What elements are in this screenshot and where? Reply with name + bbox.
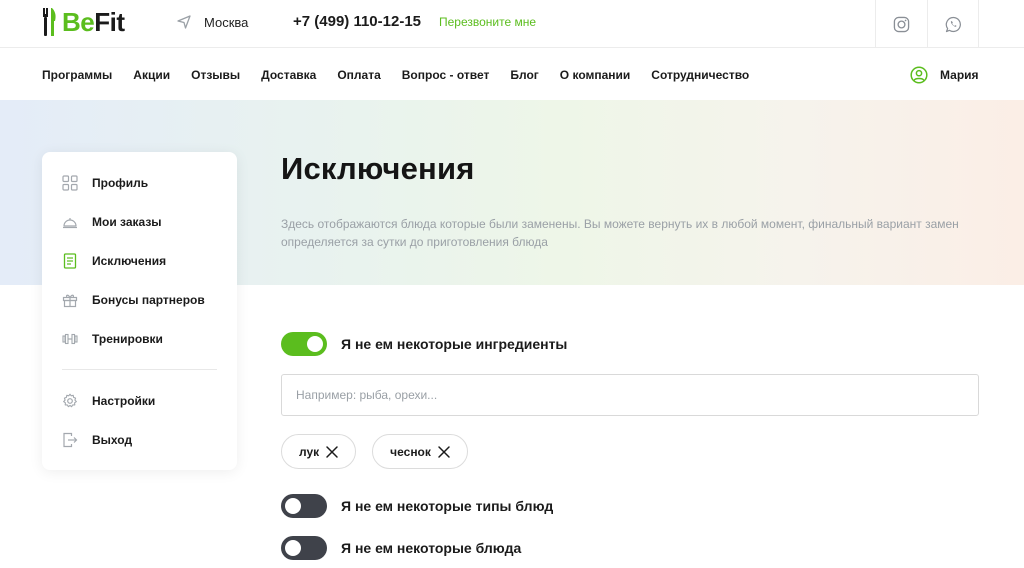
main-nav: Программы Акции Отзывы Доставка Оплата В… — [0, 48, 1024, 100]
logo[interactable]: BeFit — [42, 6, 125, 38]
sidebar-item-label: Мои заказы — [92, 215, 162, 229]
nav-links: Программы Акции Отзывы Доставка Оплата В… — [42, 68, 770, 82]
dumbbell-icon — [62, 333, 78, 345]
toggle-row-dishes: Я не ем некоторые блюда — [281, 536, 521, 560]
ingredient-chip: чеснок — [372, 434, 468, 469]
account-sidebar: Профиль Мои заказы Исключения Бонусы пар… — [42, 152, 237, 470]
sidebar-item-logout[interactable]: Выход — [62, 430, 132, 450]
toggle-knob — [307, 336, 323, 352]
toggle-knob — [285, 498, 301, 514]
user-name: Мария — [940, 68, 979, 82]
sidebar-item-label: Выход — [92, 433, 133, 447]
nav-item-delivery[interactable]: Доставка — [261, 68, 316, 82]
sidebar-item-label: Тренировки — [92, 332, 163, 346]
grid-icon — [62, 175, 78, 191]
sidebar-item-label: Настройки — [92, 394, 156, 408]
nav-item-faq[interactable]: Вопрос - ответ — [402, 68, 490, 82]
checklist-icon — [63, 253, 77, 269]
sidebar-divider — [62, 369, 217, 370]
close-icon[interactable] — [437, 445, 451, 459]
nav-item-payment[interactable]: Оплата — [337, 68, 380, 82]
gear-icon — [63, 393, 77, 408]
fork-knife-logo-icon — [43, 8, 56, 36]
ingredient-chip: лук — [281, 434, 357, 469]
dish-icon — [63, 218, 77, 229]
nav-item-blog[interactable]: Блог — [510, 68, 538, 82]
sidebar-item-settings[interactable]: Настройки — [62, 391, 155, 411]
sidebar-item-exclusions[interactable]: Исключения — [62, 251, 166, 271]
user-menu[interactable]: Мария — [910, 66, 979, 84]
toggle-row-ingredients: Я не ем некоторые ингредиенты — [281, 332, 567, 356]
toggle-label: Я не ем некоторые блюда — [341, 540, 522, 556]
excluded-ingredient-chips: лук чеснок — [281, 434, 468, 469]
gift-icon — [62, 294, 78, 308]
page-description: Здесь отображаются блюда которые были за… — [281, 217, 959, 249]
sidebar-item-partner-bonuses[interactable]: Бонусы партнеров — [62, 290, 205, 310]
location-arrow-icon — [177, 15, 191, 29]
sidebar-item-label: Бонусы партнеров — [92, 293, 205, 307]
nav-item-partnership[interactable]: Сотрудничество — [651, 68, 749, 82]
chip-label: чеснок — [390, 444, 431, 459]
dishes-toggle[interactable] — [281, 536, 327, 560]
sidebar-item-label: Профиль — [92, 176, 149, 190]
nav-item-promotions[interactable]: Акции — [133, 68, 170, 82]
logo-text-be: Be — [62, 6, 95, 37]
user-avatar-icon — [910, 66, 928, 84]
phone-number[interactable]: +7 (499) 110-12-15 — [293, 13, 421, 30]
city-selector[interactable]: Москва — [176, 14, 248, 30]
sidebar-item-orders[interactable]: Мои заказы — [62, 212, 162, 232]
toggle-label: Я не ем некоторые ингредиенты — [341, 336, 568, 352]
nav-item-reviews[interactable]: Отзывы — [191, 68, 240, 82]
instagram-button[interactable] — [875, 0, 927, 48]
toggle-label: Я не ем некоторые типы блюд — [341, 498, 554, 514]
nav-item-programs[interactable]: Программы — [42, 68, 112, 82]
sidebar-item-profile[interactable]: Профиль — [62, 173, 148, 193]
logo-text-fit: Fit — [94, 6, 125, 37]
whatsapp-icon — [945, 16, 961, 32]
chip-label: лук — [299, 444, 320, 459]
page-title: Исключения — [281, 151, 475, 186]
close-icon[interactable] — [325, 445, 339, 459]
nav-item-about[interactable]: О компании — [560, 68, 631, 82]
sidebar-item-workouts[interactable]: Тренировки — [62, 329, 163, 349]
callback-link[interactable]: Перезвоните мне — [439, 15, 536, 29]
ingredient-search-input[interactable] — [281, 374, 979, 416]
sidebar-item-label: Исключения — [92, 254, 167, 268]
instagram-icon — [893, 16, 910, 32]
toggle-knob — [285, 540, 301, 556]
ingredients-toggle[interactable] — [281, 332, 327, 356]
dish-types-toggle[interactable] — [281, 494, 327, 518]
city-name: Москва — [204, 14, 249, 30]
whatsapp-button[interactable] — [927, 0, 979, 48]
logout-icon — [63, 432, 78, 448]
toggle-row-dish-types: Я не ем некоторые типы блюд — [281, 494, 553, 518]
top-bar: BeFit Москва +7 (499) 110-12-15 Перезвон… — [0, 0, 1024, 48]
